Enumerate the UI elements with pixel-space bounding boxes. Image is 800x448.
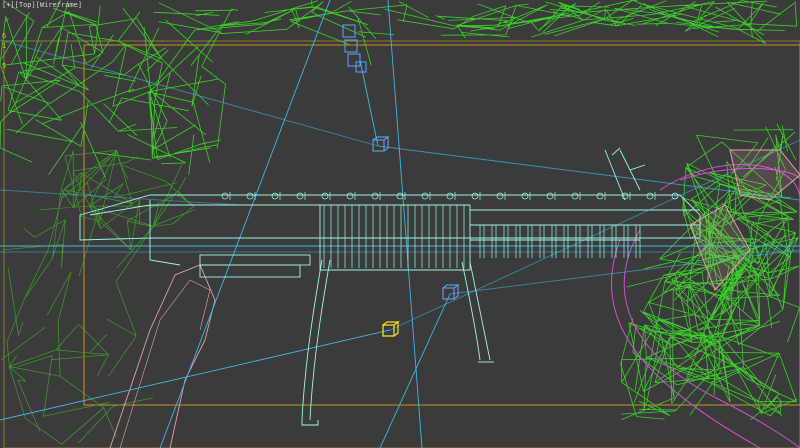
gutter-mark-1: 6: [2, 32, 7, 40]
dam-gates: [221, 192, 679, 268]
light-helper-icon[interactable]: [442, 284, 460, 300]
scene-wireframe[interactable]: [0, 0, 800, 448]
gutter-mark-2: 1: [2, 42, 7, 50]
camera-target-icon[interactable]: [372, 136, 390, 152]
selected-helper-icon[interactable]: [382, 320, 400, 337]
terrain-mesh-left: [0, 149, 196, 445]
ground-outline-inner: [119, 279, 211, 448]
terrain-mesh-top: [0, 0, 798, 179]
viewport-label[interactable]: [+][Top][Wireframe]: [2, 1, 82, 9]
dam-structure: [79, 147, 701, 426]
gutter-mark-3: 5: [2, 62, 7, 70]
ground-outline: [109, 264, 216, 448]
wireframe-viewport[interactable]: [+][Top][Wireframe] 6 1 5: [0, 0, 800, 448]
